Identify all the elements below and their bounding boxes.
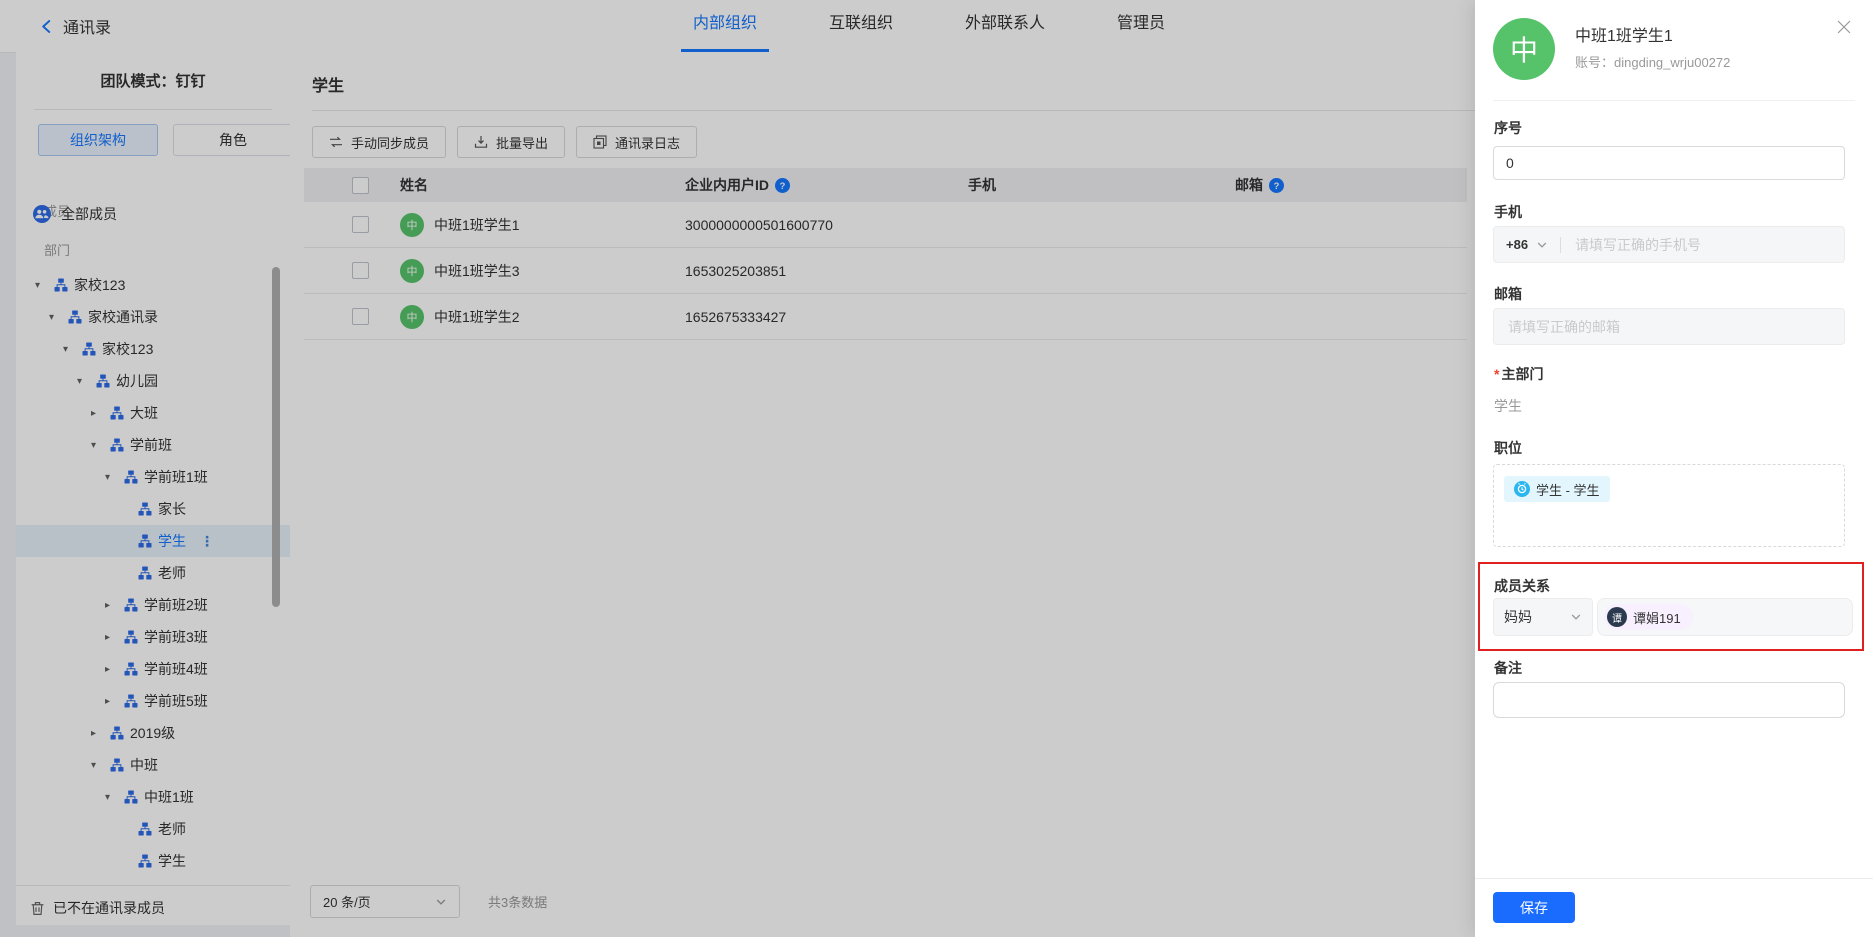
relation-label: 成员关系: [1494, 576, 1550, 596]
save-button[interactable]: 保存: [1493, 892, 1575, 923]
main-dept-label-text: 主部门: [1501, 366, 1543, 382]
email-input[interactable]: [1506, 318, 1832, 336]
avatar: 谭: [1607, 607, 1627, 627]
phone-label: 手机: [1494, 202, 1522, 222]
relation-type-value: 妈妈: [1504, 607, 1532, 627]
remark-input[interactable]: [1493, 682, 1845, 718]
divider: [1475, 878, 1873, 879]
chevron-down-icon: [1570, 611, 1582, 623]
divider: [1493, 100, 1855, 101]
email-label: 邮箱: [1494, 284, 1522, 304]
seq-label: 序号: [1494, 118, 1522, 138]
relation-type-select[interactable]: 妈妈: [1493, 598, 1593, 636]
main-dept-value: 学生: [1494, 396, 1522, 416]
country-code-value: +86: [1506, 237, 1528, 252]
main-dept-label: *主部门: [1494, 364, 1543, 384]
position-label: 职位: [1494, 438, 1522, 458]
relation-member-chip[interactable]: 谭 谭娟191: [1604, 604, 1693, 630]
member-detail-drawer: 中 中班1班学生1 账号：dingding_wrju00272 序号 手机 +8…: [1475, 0, 1873, 937]
position-badge-icon: [1514, 481, 1530, 497]
member-account: 账号：dingding_wrju00272: [1575, 52, 1730, 71]
modal-mask[interactable]: [0, 0, 1475, 937]
position-chip-label: 学生 - 学生: [1536, 480, 1600, 499]
position-chip[interactable]: 学生 - 学生: [1504, 476, 1610, 502]
divider: [1560, 237, 1561, 253]
close-icon[interactable]: [1837, 20, 1851, 34]
relation-member-field[interactable]: 谭 谭娟191: [1597, 598, 1853, 636]
relation-member-name: 谭娟191: [1633, 608, 1681, 627]
chevron-down-icon[interactable]: [1536, 239, 1548, 251]
avatar: 中: [1493, 18, 1555, 80]
phone-input[interactable]: [1573, 236, 1832, 254]
required-asterisk: *: [1494, 366, 1499, 382]
page: 通讯录 内部组织互联组织外部联系人管理员 团队模式：钉钉 组织架构 角色 成员 …: [0, 0, 1873, 937]
remark-label: 备注: [1494, 658, 1522, 678]
seq-input[interactable]: [1493, 146, 1845, 180]
member-name: 中班1班学生1: [1575, 22, 1673, 46]
email-field: [1493, 308, 1845, 345]
phone-field: +86: [1493, 226, 1845, 263]
position-box[interactable]: 学生 - 学生: [1493, 464, 1845, 547]
